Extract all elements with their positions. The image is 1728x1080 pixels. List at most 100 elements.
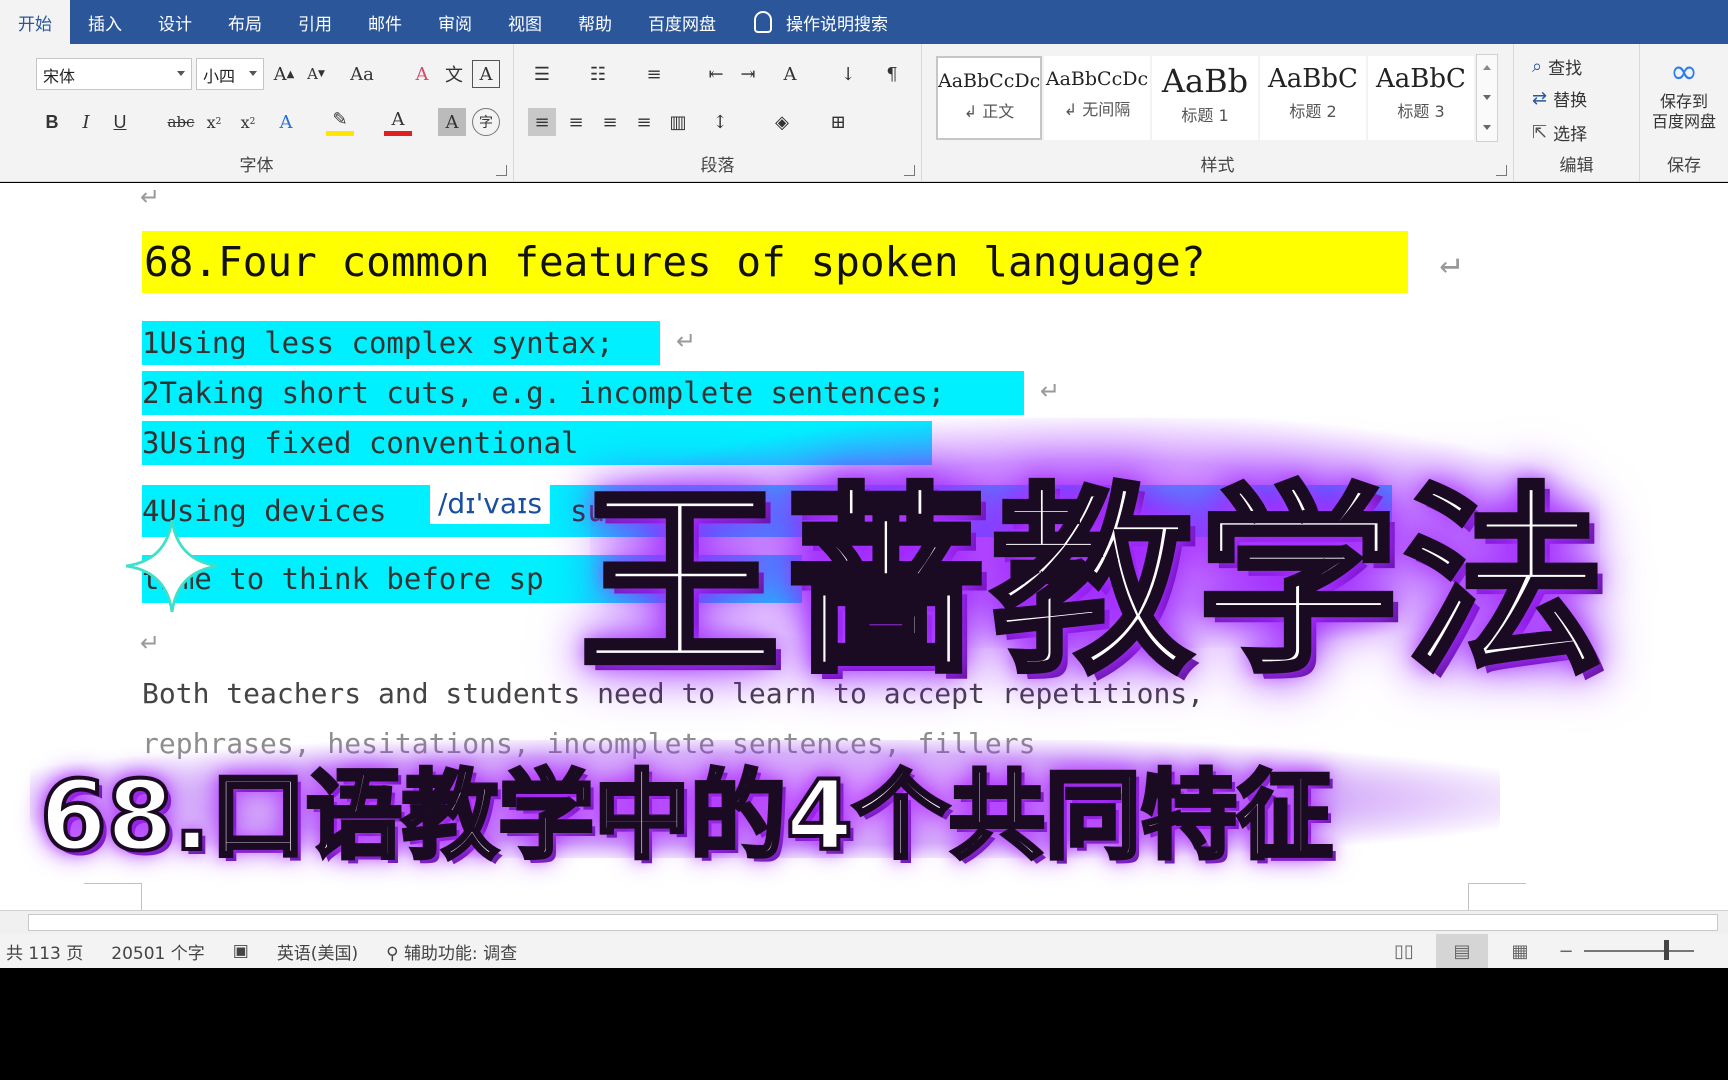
line-spacing-icon[interactable]: ↕ bbox=[706, 108, 734, 136]
page-count[interactable]: 共 113 页 bbox=[6, 939, 83, 964]
show-marks-icon[interactable]: ¶ bbox=[878, 60, 906, 88]
read-mode-icon[interactable]: ▯▯ bbox=[1378, 934, 1430, 968]
horizontal-scrollbar[interactable] bbox=[0, 910, 1728, 934]
list-item: 1Using less complex syntax; bbox=[142, 321, 660, 365]
character-border-icon[interactable]: A bbox=[472, 60, 500, 88]
strikethrough-icon[interactable]: abc bbox=[164, 108, 198, 136]
find-button[interactable]: ⌕ 查找 bbox=[1532, 54, 1582, 79]
style-name: ↲ 无间隔 bbox=[1063, 100, 1131, 119]
italic-icon[interactable]: I bbox=[72, 108, 100, 136]
dialog-launcher-icon[interactable] bbox=[1496, 165, 1507, 176]
replace-button[interactable]: ⇄ 替换 bbox=[1532, 86, 1587, 111]
tell-me-search[interactable]: 操作说明搜索 bbox=[754, 0, 888, 44]
tab-help[interactable]: 帮助 bbox=[560, 0, 630, 44]
language-indicator[interactable]: 英语(美国) bbox=[277, 939, 358, 964]
align-left-icon[interactable]: ≡ bbox=[528, 108, 556, 136]
decrease-indent-icon[interactable]: ⇤ bbox=[702, 60, 730, 88]
distributed-icon[interactable]: ▥ bbox=[664, 108, 692, 136]
style-heading-1[interactable]: AaBb 标题 1 bbox=[1152, 56, 1258, 140]
tab-design[interactable]: 设计 bbox=[140, 0, 210, 44]
scrollbar-thumb[interactable] bbox=[28, 914, 1718, 931]
save-to-label-2: 百度网盘 bbox=[1651, 112, 1716, 131]
grow-font-icon[interactable]: A ▲ bbox=[270, 60, 298, 88]
text-direction-icon[interactable]: A bbox=[776, 60, 804, 88]
baidu-netdisk-icon: ∞ bbox=[1669, 52, 1699, 92]
font-size-combo[interactable]: 小四 bbox=[196, 58, 264, 90]
zoom-slider[interactable] bbox=[1584, 950, 1694, 952]
proofing-icon[interactable]: ▣ bbox=[233, 941, 249, 961]
increase-indent-icon[interactable]: ⇥ bbox=[734, 60, 762, 88]
zoom-slider-thumb[interactable] bbox=[1664, 940, 1669, 960]
font-name-combo[interactable]: 宋体 bbox=[36, 58, 192, 90]
text-effects-icon[interactable]: A bbox=[272, 108, 300, 136]
styles-gallery-scroll[interactable] bbox=[1476, 54, 1498, 142]
paragraph-mark: ↵ bbox=[676, 327, 697, 355]
font-group: 宋体 小四 A ▲ A ▼ Aa A 文 A B I U abc x2 x2 A ✎… bbox=[0, 44, 514, 182]
search-icon: ⌕ bbox=[1532, 56, 1543, 77]
style-sample: AaBbC bbox=[1376, 64, 1466, 94]
tab-references[interactable]: 引用 bbox=[280, 0, 350, 44]
dialog-launcher-icon[interactable] bbox=[496, 165, 507, 176]
enclose-characters-icon[interactable]: 字 bbox=[472, 108, 500, 136]
subscript-icon[interactable]: x2 bbox=[200, 108, 228, 136]
style-name: ↲ 正文 bbox=[963, 102, 1015, 121]
list-item-text: 1Using less complex syntax; bbox=[142, 326, 614, 360]
borders-icon[interactable]: ⊞ bbox=[824, 108, 852, 136]
print-layout-icon[interactable]: ▤ bbox=[1436, 934, 1488, 968]
character-shading-icon[interactable]: A bbox=[438, 108, 466, 136]
paragraph-group: ☰ ☷ ≡ ⇤ ⇥ A ↓ ¶ ≡ ≡ ≡ ≡ ▥ ↕ ◈ ⊞ 段落 bbox=[514, 44, 922, 182]
shading-icon[interactable]: ◈ bbox=[768, 108, 796, 136]
superscript-icon[interactable]: x2 bbox=[234, 108, 262, 136]
sort-icon[interactable]: ↓ bbox=[834, 60, 862, 88]
clear-formatting-icon[interactable]: A bbox=[408, 60, 436, 88]
tab-view[interactable]: 视图 bbox=[490, 0, 560, 44]
save-to-baidu-button[interactable]: ∞ 保存到 百度网盘 bbox=[1640, 52, 1728, 132]
tab-baidu-netdisk[interactable]: 百度网盘 bbox=[630, 0, 734, 44]
page-corner-mark bbox=[1468, 883, 1526, 910]
style-heading-3[interactable]: AaBbC 标题 3 bbox=[1368, 56, 1474, 140]
font-color-icon[interactable]: A bbox=[384, 108, 412, 136]
heading-text: 68.Four common features of spoken langua… bbox=[144, 238, 1206, 286]
tab-mailings[interactable]: 邮件 bbox=[350, 0, 420, 44]
paragraph-mark: ↵ bbox=[1040, 377, 1061, 405]
numbering-icon[interactable]: ☷ bbox=[584, 60, 612, 88]
word-count[interactable]: 20501 个字 bbox=[111, 939, 204, 964]
video-title: 王蔷教学法 bbox=[577, 464, 1611, 703]
replace-icon: ⇄ bbox=[1532, 88, 1548, 109]
lightbulb-icon bbox=[754, 11, 772, 33]
tell-me-label: 操作说明搜索 bbox=[786, 14, 888, 35]
highlight-color-icon[interactable]: ✎ bbox=[326, 108, 354, 136]
dialog-launcher-icon[interactable] bbox=[904, 165, 915, 176]
style-normal[interactable]: AaBbCcDc ↲ 正文 bbox=[936, 56, 1042, 140]
tab-insert[interactable]: 插入 bbox=[70, 0, 140, 44]
tab-layout[interactable]: 布局 bbox=[210, 0, 280, 44]
accessibility-label: 辅助功能: 调查 bbox=[403, 943, 518, 964]
style-heading-2[interactable]: AaBbC 标题 2 bbox=[1260, 56, 1366, 140]
style-sample: AaBb bbox=[1161, 62, 1249, 100]
underline-icon[interactable]: U bbox=[106, 108, 134, 136]
web-layout-icon[interactable]: ▦ bbox=[1494, 934, 1546, 968]
bold-icon[interactable]: B bbox=[38, 108, 66, 136]
word-window: 开始 插入 设计 布局 引用 邮件 审阅 视图 帮助 百度网盘 操作说明搜索 宋… bbox=[0, 0, 1728, 1080]
justify-icon[interactable]: ≡ bbox=[630, 108, 658, 136]
multilevel-list-icon[interactable]: ≡ bbox=[640, 60, 668, 88]
accessibility-indicator[interactable]: ⚲ 辅助功能: 调查 bbox=[386, 939, 545, 964]
align-right-icon[interactable]: ≡ bbox=[596, 108, 624, 136]
change-case-icon[interactable]: Aa bbox=[344, 60, 380, 88]
document-heading: 68.Four common features of spoken langua… bbox=[142, 231, 1460, 293]
tab-home[interactable]: 开始 bbox=[0, 0, 70, 44]
bullets-icon[interactable]: ☰ bbox=[528, 60, 556, 88]
chevron-down-icon bbox=[177, 71, 185, 76]
style-name: 标题 1 bbox=[1181, 106, 1229, 125]
pronunciation-popup: /dɪ'vaɪs bbox=[430, 483, 551, 524]
phonetic-guide-icon[interactable]: 文 bbox=[440, 60, 468, 88]
align-center-icon[interactable]: ≡ bbox=[562, 108, 590, 136]
page-corner-mark bbox=[84, 883, 142, 910]
zoom-out-icon[interactable]: − bbox=[1552, 934, 1580, 968]
select-button[interactable]: ⇱ 选择 bbox=[1532, 120, 1587, 145]
select-label: 选择 bbox=[1553, 125, 1588, 145]
font-group-label: 字体 bbox=[239, 156, 274, 176]
style-no-spacing[interactable]: AaBbCcDc ↲ 无间隔 bbox=[1044, 56, 1150, 140]
tab-review[interactable]: 审阅 bbox=[420, 0, 490, 44]
shrink-font-icon[interactable]: A ▼ bbox=[302, 60, 330, 88]
